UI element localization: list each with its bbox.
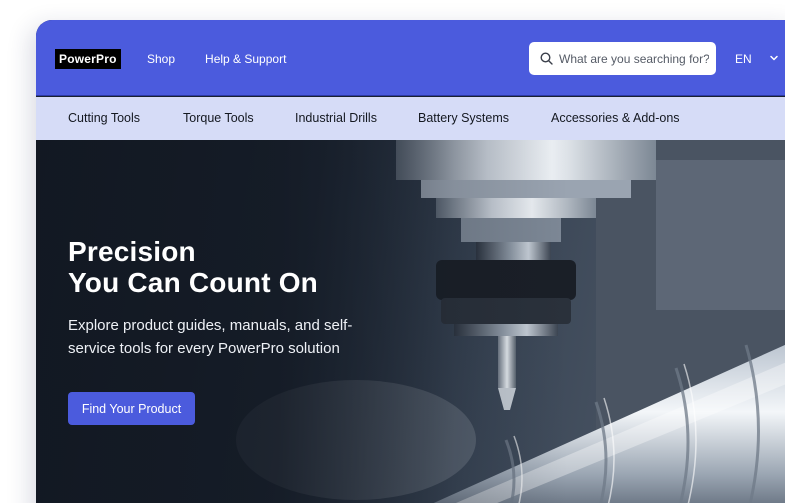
hero-title-line-1: Precision (68, 236, 196, 267)
nav-shop-link[interactable]: Shop (147, 51, 175, 67)
search-icon (540, 52, 553, 65)
powerpro-logo[interactable]: PowerPro (55, 49, 121, 69)
language-selector[interactable]: EN (735, 51, 752, 67)
category-cutting-tools[interactable]: Cutting Tools (68, 110, 140, 126)
top-header: PowerPro Shop Help & Support EN (36, 20, 785, 96)
browser-page: PowerPro Shop Help & Support EN Cutting … (36, 20, 785, 503)
chevron-down-icon[interactable] (769, 53, 779, 63)
category-nav: Cutting Tools Torque Tools Industrial Dr… (36, 97, 785, 140)
search-box[interactable] (529, 42, 716, 75)
category-battery-systems[interactable]: Battery Systems (418, 110, 509, 126)
hero-title: Precision You Can Count On (68, 236, 318, 298)
hero-subtitle: Explore product guides, manuals, and sel… (68, 314, 408, 360)
category-accessories[interactable]: Accessories & Add-ons (551, 110, 680, 126)
hero-subtitle-line-1: Explore product guides, manuals, and sel… (68, 317, 353, 334)
hero-subtitle-line-2: service tools for every PowerPro solutio… (68, 340, 340, 357)
nav-help-support-link[interactable]: Help & Support (205, 51, 286, 67)
top-nav: Shop Help & Support (147, 51, 286, 67)
hero-banner: Precision You Can Count On Explore produ… (36, 140, 785, 503)
category-industrial-drills[interactable]: Industrial Drills (295, 110, 377, 126)
find-your-product-button[interactable]: Find Your Product (68, 392, 195, 425)
category-torque-tools[interactable]: Torque Tools (183, 110, 254, 126)
hero-title-line-2: You Can Count On (68, 267, 318, 298)
search-input[interactable] (559, 51, 709, 66)
